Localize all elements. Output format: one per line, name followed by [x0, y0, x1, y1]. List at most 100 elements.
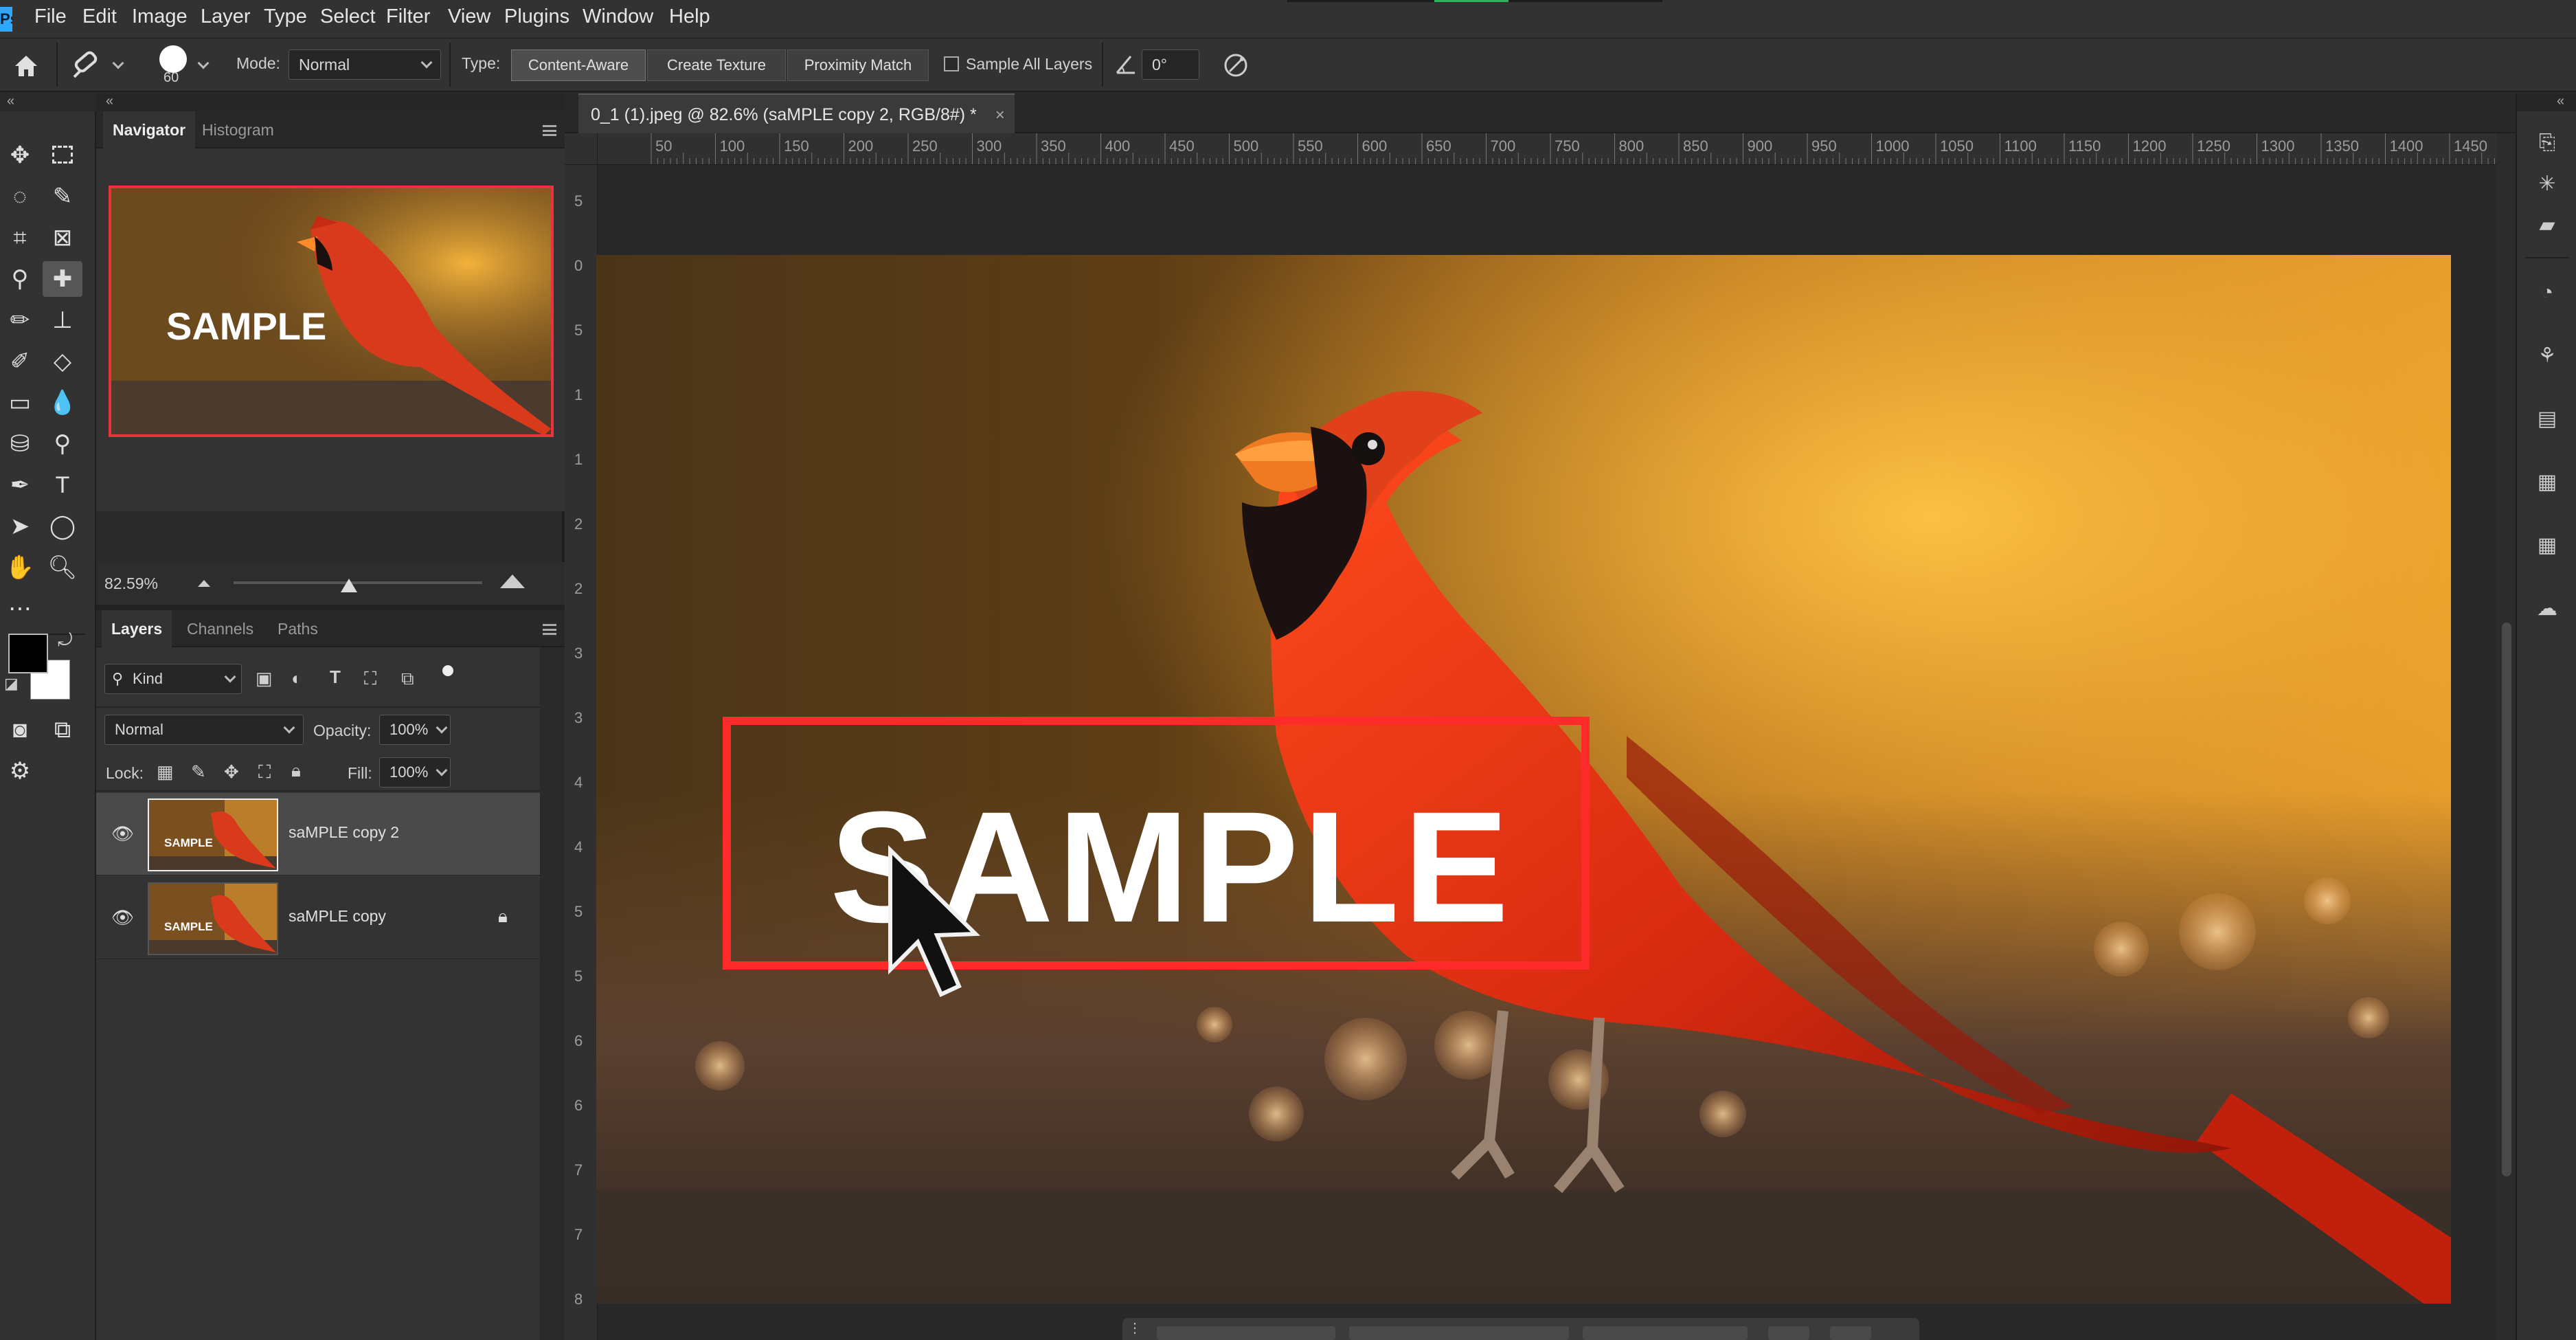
filter-type-icon[interactable]: T	[330, 667, 341, 688]
healing-brush-tool-icon[interactable]: ✚	[43, 261, 82, 297]
pressure-size-icon[interactable]	[1221, 51, 1250, 80]
document-tab[interactable]: 0_1 (1).jpeg @ 82.6% (saMPLE copy 2, RGB…	[578, 93, 1015, 133]
layer-row[interactable]: 👁︎ SAMPLE saMPLE copy 🔒︎	[96, 877, 540, 959]
screen-mode-icon[interactable]: ⧉	[43, 712, 82, 748]
tables-icon[interactable]: ▦	[2528, 526, 2566, 565]
collapse-arrows-icon[interactable]: «	[7, 93, 14, 109]
scrollbar-thumb[interactable]	[2502, 623, 2511, 1176]
comments-icon[interactable]: ▰	[2528, 206, 2566, 245]
lock-position-icon[interactable]: ✥	[224, 761, 239, 783]
toolbar-header[interactable]: «	[0, 93, 96, 111]
task-bar-button[interactable]	[1157, 1326, 1335, 1340]
frame-tool-icon[interactable]: ⊠	[43, 220, 82, 256]
hand-tool-icon[interactable]: ✋	[0, 550, 40, 585]
menu-filter[interactable]: Filter	[386, 5, 430, 28]
menu-type[interactable]: Type	[264, 5, 307, 28]
document-image[interactable]: SAMPLE	[596, 255, 2451, 1304]
menu-layer[interactable]: Layer	[201, 5, 251, 28]
layer-filter-kind-select[interactable]: ⚲ Kind	[104, 664, 242, 694]
layers-scrollbar[interactable]	[540, 647, 565, 1340]
type-tool-icon[interactable]: T	[43, 467, 82, 503]
menu-plugins[interactable]: Plugins	[504, 5, 569, 28]
ruler-origin[interactable]	[565, 133, 598, 165]
edit-toolbar-icon[interactable]: ⚙	[0, 753, 40, 789]
panel-menu-icon[interactable]	[543, 624, 556, 635]
vertical-ruler[interactable]: 5 0 5 1 1 2 2 3 3 4 4 5 5 6 6 7 7 8	[565, 165, 598, 1340]
mode-select[interactable]: Normal	[289, 49, 441, 80]
gradient-tool-icon[interactable]: ▭	[0, 385, 40, 421]
angle-input[interactable]: 0°	[1142, 49, 1199, 80]
filter-toggle-icon[interactable]	[442, 665, 453, 676]
tab-paths[interactable]: Paths	[268, 610, 328, 647]
tab-layers[interactable]: Layers	[102, 610, 172, 647]
history-brush-tool-icon[interactable]: ✐	[0, 344, 40, 379]
filter-smart-object-icon[interactable]: ⧉	[401, 668, 414, 690]
foreground-color-swatch[interactable]	[8, 634, 48, 673]
window-drag-region[interactable]	[1287, 0, 1662, 2]
properties-icon[interactable]: ☁	[2528, 590, 2566, 628]
grip-icon[interactable]: ⋮	[1128, 1319, 1142, 1337]
navigator-preview[interactable]: SAMPLE	[109, 186, 554, 437]
lock-image-icon[interactable]: ✎	[191, 761, 206, 783]
fill-input[interactable]: 100%	[379, 757, 451, 788]
history-icon[interactable]: ⎘	[2528, 124, 2566, 162]
menu-file[interactable]: File	[34, 5, 67, 28]
pen-tool-icon[interactable]: ✒	[0, 467, 40, 503]
layer-name[interactable]: saMPLE copy 2	[289, 823, 399, 842]
filter-pixel-icon[interactable]: ▣	[256, 668, 273, 689]
menu-image[interactable]: Image	[132, 5, 188, 28]
brush-tool-icon[interactable]: ✏	[0, 302, 40, 338]
crop-tool-icon[interactable]: ⌗	[0, 220, 40, 256]
contextual-task-bar[interactable]: ⋮	[1122, 1318, 1919, 1340]
dock-header[interactable]: «	[2517, 93, 2576, 111]
lock-transparency-icon[interactable]: ▦	[157, 761, 174, 783]
actions-icon[interactable]: ✳	[2528, 165, 2566, 203]
swap-colors-icon[interactable]: ⤾	[58, 629, 73, 651]
swatches-icon[interactable]: ⚘	[2528, 337, 2566, 375]
eyedropper-tool-icon[interactable]: ⚲	[0, 261, 40, 297]
panels-header[interactable]: «	[96, 93, 565, 111]
color-icon[interactable]: ◔	[2528, 273, 2566, 312]
more-tools-icon[interactable]: ⋯	[0, 591, 40, 627]
tab-navigator[interactable]: Navigator	[103, 111, 196, 148]
tab-channels[interactable]: Channels	[177, 610, 263, 647]
task-bar-button[interactable]	[1583, 1326, 1748, 1340]
paint-bucket-tool-icon[interactable]: ⛁	[0, 426, 40, 462]
opacity-input[interactable]: 100%	[379, 715, 451, 745]
zoom-tool-icon[interactable]: 🔍︎	[43, 550, 82, 585]
menu-help[interactable]: Help	[669, 5, 710, 28]
menu-view[interactable]: View	[448, 5, 490, 28]
patterns-icon[interactable]: ▦	[2528, 463, 2566, 502]
quick-selection-tool-icon[interactable]: ✎	[43, 179, 82, 214]
ellipse-tool-icon[interactable]: ◯	[43, 509, 82, 544]
filter-shape-icon[interactable]: ⛶	[364, 668, 376, 690]
blend-mode-select[interactable]: Normal	[104, 715, 304, 745]
task-bar-button[interactable]	[1830, 1326, 1871, 1340]
blur-tool-icon[interactable]: 💧	[43, 385, 82, 421]
dodge-tool-icon[interactable]: ⚲	[43, 426, 82, 462]
tab-histogram[interactable]: Histogram	[192, 111, 284, 148]
proximity-match-button[interactable]: Proximity Match	[787, 49, 929, 81]
brush-preset-chevron-icon[interactable]	[112, 57, 124, 69]
layer-name[interactable]: saMPLE copy	[289, 907, 386, 926]
eye-icon[interactable]: 👁︎	[111, 907, 134, 928]
menu-window[interactable]: Window	[583, 5, 653, 28]
brush-tip-icon[interactable]	[159, 45, 187, 73]
expand-arrows-icon[interactable]: «	[2557, 93, 2564, 109]
marquee-tool-icon[interactable]	[43, 137, 82, 173]
home-icon[interactable]	[12, 52, 40, 80]
content-aware-button[interactable]: Content-Aware	[511, 49, 646, 81]
healing-brush-preset-icon[interactable]	[69, 49, 103, 81]
quick-mask-icon[interactable]: ◙	[0, 712, 40, 748]
menu-select[interactable]: Select	[320, 5, 376, 28]
menu-edit[interactable]: Edit	[82, 5, 117, 28]
navigator-zoom-value[interactable]: 82.59%	[104, 574, 158, 593]
collapse-arrows-icon[interactable]: «	[106, 93, 113, 109]
lock-artboard-icon[interactable]: ⛶	[258, 761, 271, 783]
zoom-in-icon[interactable]	[497, 570, 528, 592]
task-bar-button[interactable]	[1349, 1326, 1569, 1340]
eye-icon[interactable]: 👁︎	[111, 823, 134, 845]
move-tool-icon[interactable]: ✥	[0, 137, 40, 173]
horizontal-ruler[interactable]: 50 100 150 200 250 300 350 400 450 500 550 600 650 70…	[598, 133, 2507, 165]
lock-all-icon[interactable]: 🔒︎	[291, 760, 301, 782]
